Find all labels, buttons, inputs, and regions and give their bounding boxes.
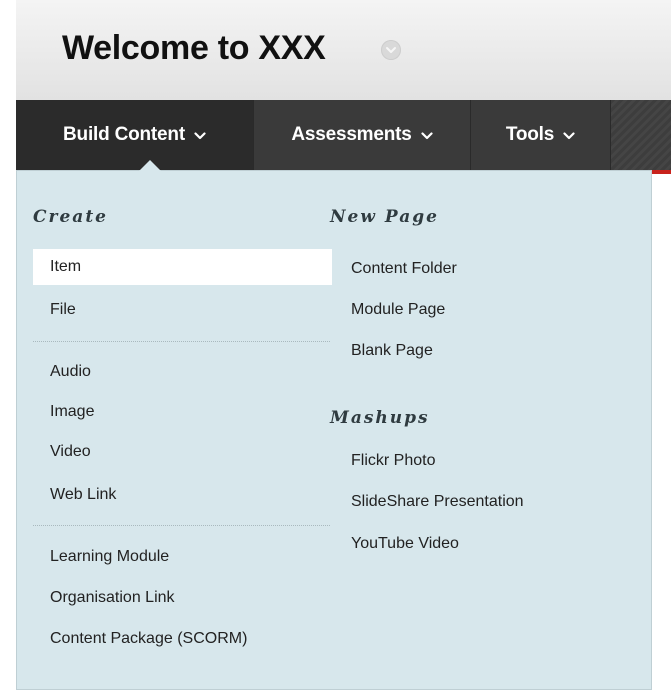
chevron-down-icon <box>194 124 206 146</box>
tab-assessments[interactable]: Assessments <box>254 100 471 170</box>
menu-item-module-page[interactable]: Module Page <box>351 292 445 328</box>
menu-item-content-folder[interactable]: Content Folder <box>351 251 457 287</box>
section-heading-create: Create <box>33 207 108 227</box>
menu-item-file[interactable]: File <box>50 292 76 328</box>
page-header: Welcome to XXX <box>16 0 671 100</box>
menu-item-web-link[interactable]: Web Link <box>50 477 116 513</box>
dropdown-pointer <box>138 160 162 172</box>
menu-item-content-package[interactable]: Content Package (SCORM) <box>50 621 247 657</box>
accent-strip <box>652 170 671 174</box>
menu-item-organisation-link[interactable]: Organisation Link <box>50 580 175 616</box>
nav-bar-texture <box>611 100 671 170</box>
tab-tools[interactable]: Tools <box>471 100 611 170</box>
tab-label: Build Content <box>63 124 185 145</box>
menu-item-image[interactable]: Image <box>50 394 94 430</box>
tab-build-content[interactable]: Build Content <box>16 100 254 170</box>
tab-label: Tools <box>505 124 555 145</box>
menu-item-learning-module[interactable]: Learning Module <box>50 539 169 575</box>
menu-item-video[interactable]: Video <box>50 434 91 470</box>
chevron-down-icon <box>563 124 575 146</box>
chevron-down-icon[interactable] <box>381 40 401 60</box>
menu-item-flickr-photo[interactable]: Flickr Photo <box>351 443 435 479</box>
page-title: Welcome to XXX <box>62 29 326 67</box>
section-heading-mashups: Mashups <box>330 408 430 428</box>
menu-item-item[interactable]: Item <box>33 249 332 285</box>
tab-label: Assessments <box>291 124 412 145</box>
chevron-down-icon <box>421 124 433 146</box>
build-content-dropdown: Create Item File Audio Image Video Web L… <box>16 170 652 690</box>
menu-divider <box>33 341 330 342</box>
menu-item-audio[interactable]: Audio <box>50 354 91 390</box>
section-heading-new-page: New Page <box>330 207 439 227</box>
menu-item-youtube-video[interactable]: YouTube Video <box>351 526 459 562</box>
menu-item-slideshare-presentation[interactable]: SlideShare Presentation <box>351 484 524 520</box>
course-menu-bar: Build Content Assessments Tools <box>16 100 671 170</box>
menu-divider <box>33 525 330 526</box>
menu-item-blank-page[interactable]: Blank Page <box>351 333 433 369</box>
